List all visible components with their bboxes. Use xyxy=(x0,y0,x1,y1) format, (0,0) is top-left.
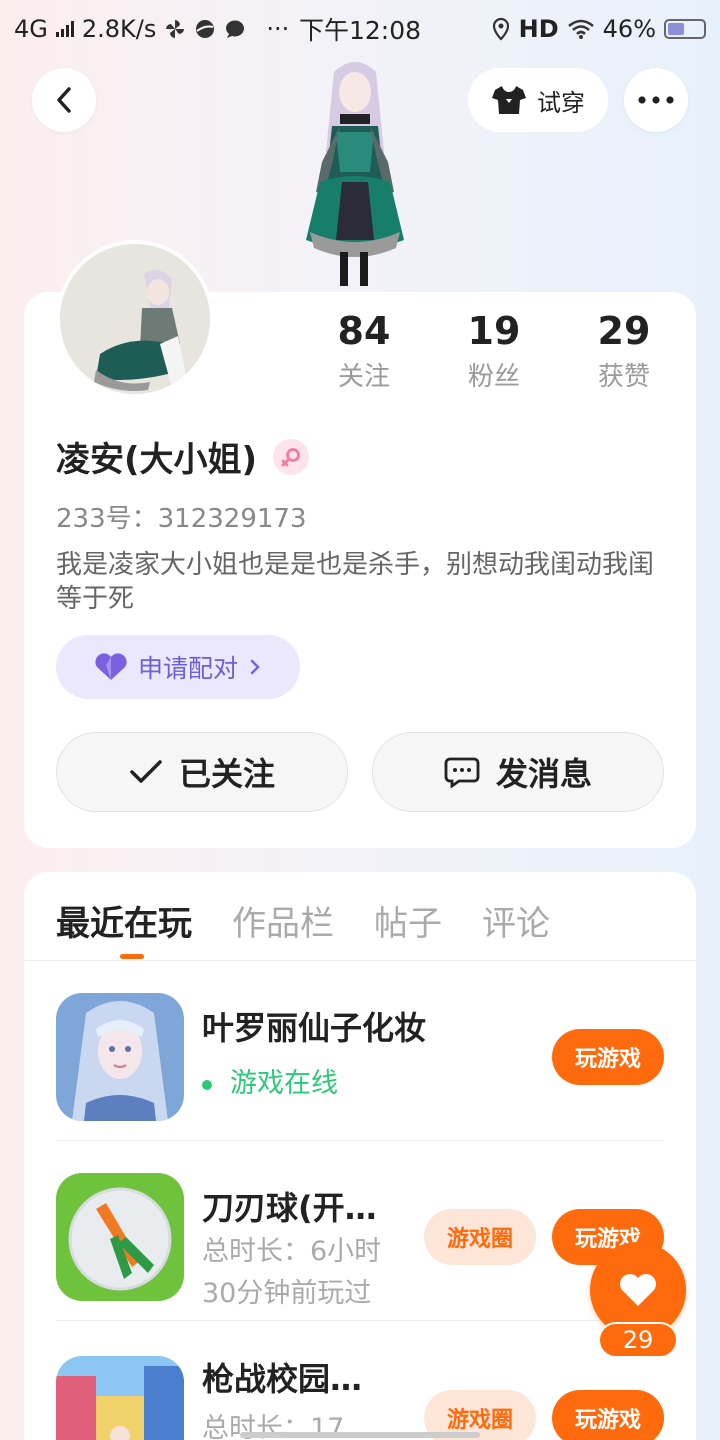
stat-followers[interactable]: 19 粉丝 xyxy=(434,308,554,393)
status-bar: 4G 2.8K/s ··· 下午12:08 HD 46% xyxy=(0,0,720,58)
game-title: 刀刃球(开… xyxy=(202,1189,377,1227)
network-type: 4G xyxy=(14,15,48,43)
battery-percent: 46% xyxy=(602,15,656,43)
game-last-played: 30分钟前玩过 xyxy=(202,1278,372,1309)
more-options-button[interactable] xyxy=(624,68,688,132)
content-card: 最近在玩 作品栏 帖子 评论 叶罗丽仙子化妆 游戏在线 玩游戏 刀刃球(开… 总… xyxy=(24,872,696,1440)
checkmark-icon xyxy=(130,760,162,783)
profile-stats: 84 关注 19 粉丝 29 获赞 xyxy=(304,308,684,393)
game-title: 枪战校园… xyxy=(202,1360,363,1398)
tab-comments[interactable]: 评论 xyxy=(482,896,550,945)
send-message-button[interactable]: 发消息 xyxy=(372,732,664,812)
avatar-illustration xyxy=(60,244,210,394)
play-game-button[interactable]: 玩游戏 xyxy=(552,1029,664,1085)
game-list-item[interactable]: 枪战校园… 总时长：17… 游戏圈 玩游戏 xyxy=(56,1324,664,1440)
stat-following[interactable]: 84 关注 xyxy=(304,308,424,393)
pinwheel-icon xyxy=(166,20,185,38)
status-left: 4G 2.8K/s ··· xyxy=(14,15,289,43)
character-avatar-figure[interactable] xyxy=(280,52,430,292)
user-bio: 我是凌家大小姐也是是也是杀手，别想动我闺动我闺等于死 xyxy=(56,550,655,614)
battery-icon xyxy=(664,19,706,39)
play-game-button[interactable]: 玩游戏 xyxy=(552,1390,664,1440)
tab-posts[interactable]: 帖子 xyxy=(374,896,442,945)
following-count: 84 xyxy=(337,309,391,353)
home-indicator[interactable] xyxy=(240,1432,480,1438)
more-notifications: ··· xyxy=(266,15,290,43)
try-on-label: 试穿 xyxy=(537,88,585,117)
signal-icon xyxy=(55,21,74,37)
send-message-label: 发消息 xyxy=(495,755,592,793)
game-icon-campus-shooter[interactable] xyxy=(56,1356,184,1440)
row-divider xyxy=(56,1320,664,1321)
name-row: 凌安(大小姐) xyxy=(56,432,310,481)
female-gender-icon xyxy=(273,438,310,475)
chevron-right-icon xyxy=(250,659,260,675)
likes-label: 获赞 xyxy=(597,362,650,392)
request-match-button[interactable]: 申请配对 xyxy=(56,635,300,699)
like-count-badge: 29 xyxy=(598,1322,678,1358)
request-match-label: 申请配对 xyxy=(137,654,238,683)
message-icon xyxy=(444,757,480,788)
tab-works[interactable]: 作品栏 xyxy=(232,896,334,945)
tab-bar: 最近在玩 作品栏 帖子 评论 xyxy=(56,896,550,945)
game-online-status: 游戏在线 xyxy=(202,1061,338,1100)
game-title: 叶罗丽仙子化妆 xyxy=(202,1009,427,1047)
user-name: 凌安(大小姐) xyxy=(56,440,258,480)
chat-bubble-icon xyxy=(226,20,245,38)
try-on-button[interactable]: 试穿 xyxy=(468,68,608,132)
stat-likes[interactable]: 29 获赞 xyxy=(564,308,684,393)
game-icon-yeluoli[interactable] xyxy=(56,993,184,1121)
online-status-label: 游戏在线 xyxy=(230,1068,338,1099)
user-id: 233号：312329173 xyxy=(56,504,307,534)
game-icon-blade-ball[interactable] xyxy=(56,1173,184,1301)
back-button[interactable] xyxy=(32,68,96,132)
likes-count: 29 xyxy=(597,309,651,353)
hd-indicator: HD xyxy=(518,15,559,43)
more-dots-icon xyxy=(638,96,674,104)
location-icon xyxy=(492,17,509,41)
heart-icon xyxy=(95,653,127,680)
tshirt-icon xyxy=(492,86,526,114)
followed-label: 已关注 xyxy=(178,755,275,793)
profile-avatar[interactable] xyxy=(56,240,214,398)
game-list-item[interactable]: 刀刃球(开… 总时长：6小时 30分钟前玩过 游戏圈 玩游戏 xyxy=(56,1141,664,1321)
wifi-icon xyxy=(567,19,594,39)
tab-recently-played[interactable]: 最近在玩 xyxy=(56,896,192,945)
game-total-duration: 总时长：6小时 xyxy=(202,1236,382,1267)
game-list-item[interactable]: 叶罗丽仙子化妆 游戏在线 玩游戏 xyxy=(56,961,664,1141)
followers-label: 粉丝 xyxy=(467,362,520,392)
action-row: 已关注 发消息 xyxy=(56,732,664,812)
online-dot-icon xyxy=(202,1079,212,1090)
active-tab-indicator xyxy=(120,954,144,959)
followers-count: 19 xyxy=(467,309,521,353)
heart-icon xyxy=(620,1274,656,1306)
following-label: 关注 xyxy=(337,362,390,392)
status-right: HD 46% xyxy=(491,15,706,43)
network-speed: 2.8K/s xyxy=(81,15,157,43)
planet-icon xyxy=(196,20,215,38)
followed-button[interactable]: 已关注 xyxy=(56,732,348,812)
chevron-left-icon xyxy=(57,87,71,113)
game-circle-button[interactable]: 游戏圈 xyxy=(424,1209,536,1265)
